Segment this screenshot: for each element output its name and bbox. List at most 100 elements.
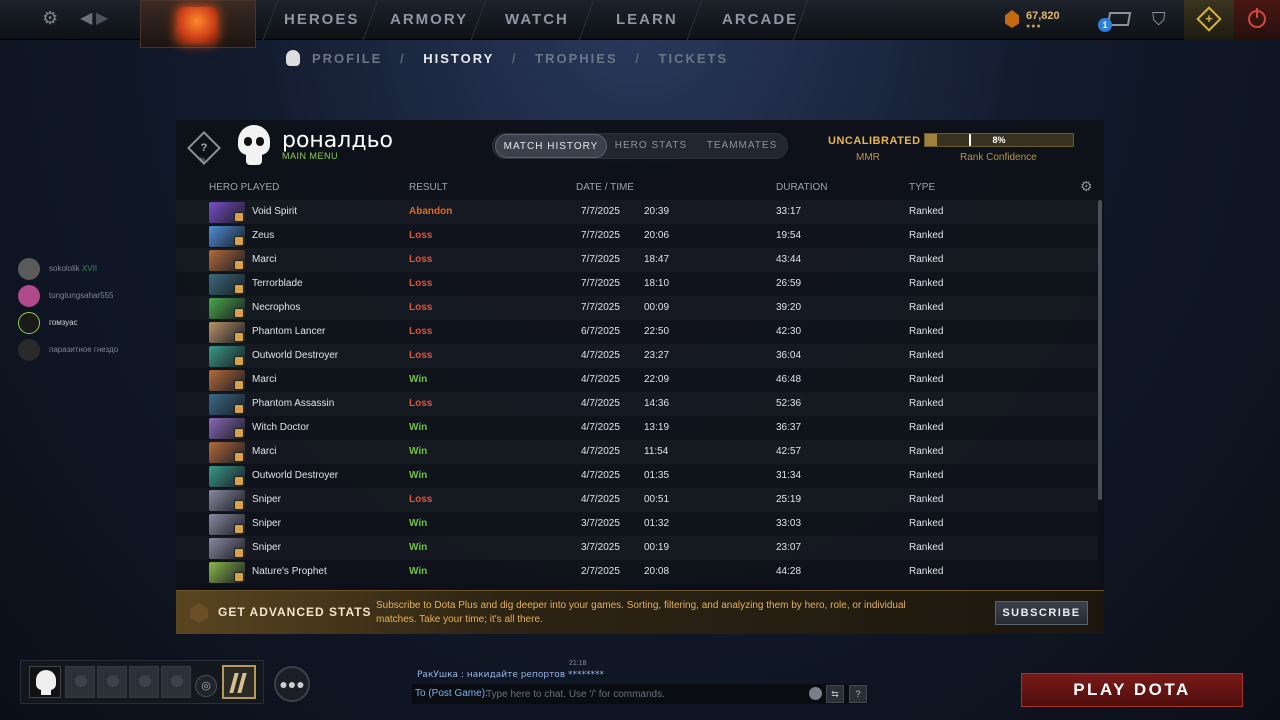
role-badge-icon	[234, 380, 244, 390]
nav-armory[interactable]: ARMORY	[390, 11, 468, 28]
match-time: 18:47	[644, 254, 670, 265]
hero-name: Sniper	[252, 494, 281, 505]
dota-logo-button[interactable]	[140, 0, 256, 48]
mail-button[interactable]: 1	[1090, 0, 1140, 40]
nav-learn[interactable]: LEARN	[616, 11, 678, 28]
hero-name: Necrophos	[252, 302, 301, 313]
forward-arrow-icon[interactable]: ▶	[96, 8, 108, 28]
match-time: 20:08	[644, 566, 670, 577]
match-result: Win	[409, 470, 428, 481]
play-dota-button[interactable]: PLAY DOTA	[1021, 673, 1243, 707]
emoji-icon[interactable]	[809, 687, 822, 700]
friends-group-icon[interactable]: ●●●	[274, 666, 310, 702]
friend-avatar	[18, 339, 40, 361]
subnav-separator: /	[399, 51, 406, 66]
subscribe-button[interactable]: SUBSCRIBE	[995, 601, 1088, 625]
guild-button[interactable]	[222, 665, 256, 699]
tab-teammates[interactable]: TEAMMATES	[697, 134, 787, 158]
nav-divider	[262, 0, 279, 40]
match-duration: 52:36	[776, 398, 802, 409]
match-row[interactable]: Nature's Prophet Win 2/7/2025 20:08 44:28 Ran…	[176, 560, 1098, 584]
match-time: 01:32	[644, 518, 670, 529]
dota-logo-icon	[177, 7, 217, 43]
avatar[interactable]	[236, 125, 272, 169]
column-duration[interactable]: DURATION	[776, 182, 827, 193]
match-time: 18:10	[644, 278, 670, 289]
party-invite-slot[interactable]	[161, 666, 191, 698]
match-list-scrollbar[interactable]	[1098, 200, 1102, 500]
match-row[interactable]: Outworld Destroyer Win 4/7/2025 01:35 31:34 R…	[176, 464, 1098, 488]
match-row[interactable]: Terrorblade Loss 7/7/2025 18:10 26:59 Ranked	[176, 272, 1098, 296]
dota-plus-button[interactable]: +	[1184, 0, 1234, 40]
match-row[interactable]: Sniper Loss 4/7/2025 00:51 25:19 Ranked	[176, 488, 1098, 512]
role-badge-icon	[234, 236, 244, 246]
match-row[interactable]: Marci Win 4/7/2025 11:54 42:57 Ranked	[176, 440, 1098, 464]
match-type: Ranked	[909, 206, 944, 217]
hero-name: Marci	[252, 374, 277, 385]
party-invite-slot[interactable]	[97, 666, 127, 698]
exit-button[interactable]	[1234, 0, 1280, 40]
inventory-button[interactable]: ⛉	[1140, 0, 1184, 40]
match-row[interactable]: Sniper Win 3/7/2025 01:32 33:03 Ranked	[176, 512, 1098, 536]
match-result: Abandon	[409, 206, 453, 217]
party-invite-slot[interactable]	[129, 666, 159, 698]
hero-name: Outworld Destroyer	[252, 470, 339, 481]
match-date: 4/7/2025	[581, 398, 620, 409]
match-row[interactable]: Phantom Lancer Loss 6/7/2025 22:50 42:30 Rank…	[176, 320, 1098, 344]
subnav-separator: /	[511, 51, 518, 66]
match-time: 13:19	[644, 422, 670, 433]
player-status: MAIN MENU	[282, 151, 338, 161]
chat-wheel-icon[interactable]: ⇆	[826, 685, 844, 703]
subnav-profile[interactable]: PROFILE	[312, 51, 382, 66]
column-hero-played[interactable]: HERO PLAYED	[209, 182, 279, 193]
match-row[interactable]: Marci Win 4/7/2025 22:09 46:48 Ranked	[176, 368, 1098, 392]
tab-hero-stats[interactable]: HERO STATS	[609, 134, 693, 158]
match-result: Win	[409, 374, 428, 385]
chat-input[interactable]	[486, 685, 806, 703]
match-time: 22:50	[644, 326, 670, 337]
subnav-tickets[interactable]: TICKETS	[659, 51, 729, 66]
column-date-time[interactable]: DATE / TIME	[576, 182, 634, 193]
match-duration: 31:34	[776, 470, 802, 481]
match-row[interactable]: Witch Doctor Win 4/7/2025 13:19 36:37 Ranked	[176, 416, 1098, 440]
match-row[interactable]: Void Spirit Abandon 7/7/2025 20:39 33:17 Rank…	[176, 200, 1098, 224]
column-type[interactable]: TYPE	[909, 182, 935, 193]
role-badge-icon	[234, 308, 244, 318]
party-self-avatar[interactable]	[29, 666, 61, 698]
role-badge-icon	[234, 404, 244, 414]
match-row[interactable]: Sniper Win 3/7/2025 00:19 23:07 Ranked	[176, 536, 1098, 560]
nav-heroes[interactable]: HEROES	[284, 11, 359, 28]
match-type: Ranked	[909, 446, 944, 457]
rank-medal[interactable]: ? %	[187, 131, 221, 165]
voice-chat-headset-icon[interactable]: ◎	[195, 675, 217, 697]
match-date: 4/7/2025	[581, 446, 620, 457]
chat-message: РакУшка : накидайте репортов ********	[417, 670, 604, 680]
match-row[interactable]: Marci Loss 7/7/2025 18:47 43:44 Ranked	[176, 248, 1098, 272]
match-row[interactable]: Necrophos Loss 7/7/2025 00:09 39:20 Ranked	[176, 296, 1098, 320]
nav-arcade[interactable]: ARCADE	[722, 11, 798, 28]
chat-channel-label[interactable]: To (Post Game):	[415, 688, 488, 699]
party-invite-slot[interactable]	[65, 666, 95, 698]
match-row[interactable]: Outworld Destroyer Loss 4/7/2025 23:27 36:04…	[176, 344, 1098, 368]
match-type: Ranked	[909, 254, 944, 265]
match-duration: 33:03	[776, 518, 802, 529]
settings-gear-icon[interactable]: ⚙	[42, 8, 58, 29]
chat-help-button[interactable]: ?	[849, 685, 867, 703]
match-row[interactable]: Phantom Assassin Loss 4/7/2025 14:36 52:36 Ra…	[176, 392, 1098, 416]
nav-watch[interactable]: WATCH	[505, 11, 569, 28]
role-badge-icon	[234, 332, 244, 342]
match-type: Ranked	[909, 470, 944, 481]
table-settings-gear-icon[interactable]: ⚙	[1080, 178, 1093, 195]
match-result: Win	[409, 542, 428, 553]
match-date: 7/7/2025	[581, 206, 620, 217]
match-duration: 26:59	[776, 278, 802, 289]
subnav-history[interactable]: HISTORY	[423, 51, 494, 66]
subnav-trophies[interactable]: TROPHIES	[535, 51, 617, 66]
column-result[interactable]: RESULT	[409, 182, 448, 193]
match-row[interactable]: Zeus Loss 7/7/2025 20:06 19:54 Ranked	[176, 224, 1098, 248]
back-arrow-icon[interactable]: ◀	[80, 8, 92, 28]
tab-match-history[interactable]: MATCH HISTORY	[495, 134, 607, 158]
match-result: Loss	[409, 302, 433, 313]
shards-currency[interactable]: 67,820 ●●●	[1000, 8, 1080, 34]
calibration-status: UNCALIBRATED	[828, 135, 921, 147]
